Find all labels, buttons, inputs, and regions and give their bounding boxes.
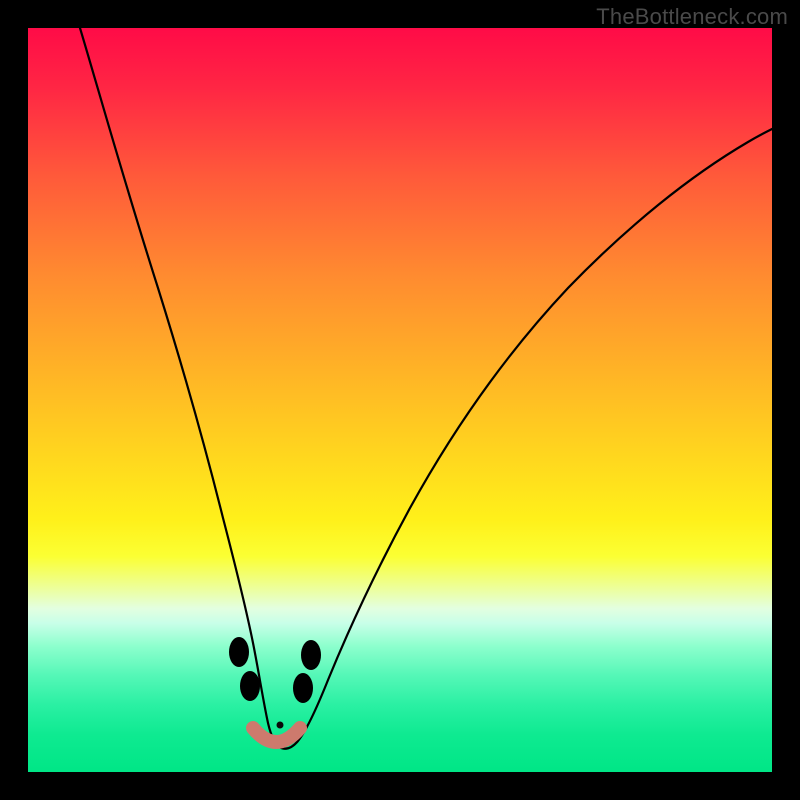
marker-right-lower: [293, 673, 313, 703]
valley-dot: [277, 722, 284, 729]
valley-bump: [253, 728, 300, 742]
chart-frame: TheBottleneck.com: [0, 0, 800, 800]
marker-right-upper: [301, 640, 321, 670]
bottleneck-curve: [28, 28, 772, 772]
plot-area: [28, 28, 772, 772]
watermark-text: TheBottleneck.com: [596, 4, 788, 30]
curve-path: [80, 28, 772, 749]
marker-left-upper: [229, 637, 249, 667]
marker-left-lower: [240, 671, 260, 701]
